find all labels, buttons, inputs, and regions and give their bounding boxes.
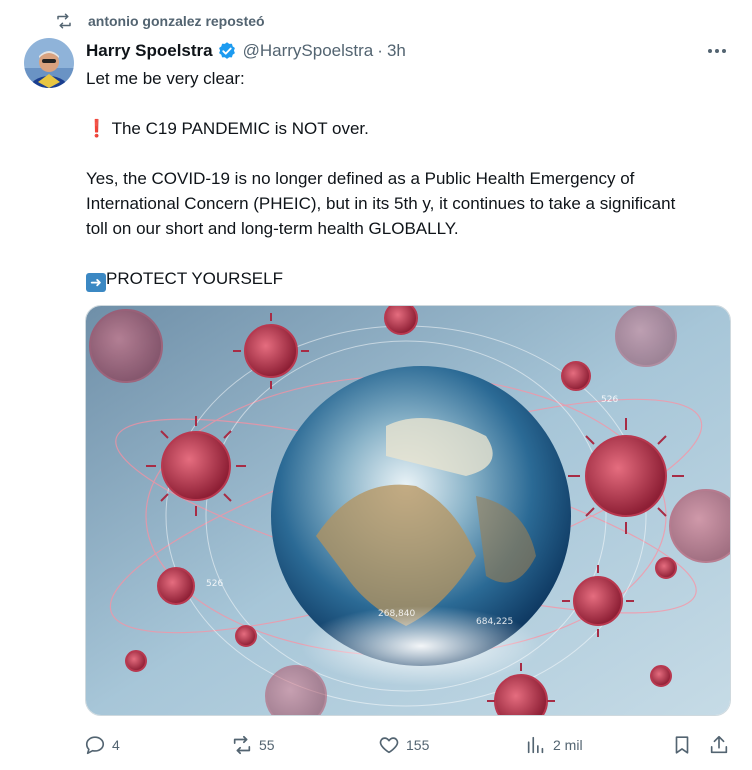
repost-icon [233,735,251,755]
image-label: 526 [206,579,223,589]
tweet-line: Let me be very clear: [86,69,245,88]
globe-virus-illustration: 526 526 268,840 684,225 [86,306,730,715]
like-button[interactable]: 155 [378,730,429,760]
repost-indicator[interactable]: antonio gonzalez reposteó [54,10,265,32]
author-name[interactable]: Harry Spoelstra [86,41,213,61]
right-arrow-emoji-icon: ➜ [86,273,106,292]
share-button[interactable] [708,730,730,760]
like-count: 155 [406,737,430,753]
repost-text: antonio gonzalez reposteó [88,13,265,29]
bookmark-icon [675,736,689,754]
tweet-header: Harry Spoelstra @HarrySpoelstra · 3h [86,38,732,64]
bookmark-button[interactable] [671,730,693,760]
avatar[interactable] [24,38,74,88]
tweet-line: ➜ PROTECT YOURSELF [86,266,736,292]
repost-button[interactable]: 55 [231,730,275,760]
share-icon [710,735,728,754]
tweet-line: Yes, the COVID-19 is no longer defined a… [86,169,635,188]
image-label: 268,840 [378,609,415,619]
views-count: 2 mil [553,737,583,753]
reply-icon [85,736,105,755]
separator-dot: · [377,41,383,60]
repost-icon [57,13,71,29]
views-button[interactable]: 2 mil [525,730,583,760]
views-icon [527,736,544,754]
reply-count: 4 [112,737,120,753]
verified-badge-icon [218,42,235,59]
tweet-line: toll on our short and long-term health G… [86,219,459,238]
author-handle[interactable]: @HarrySpoelstra [243,41,374,61]
tweet-text: Let me be very clear: ❗ The C19 PANDEMIC… [86,66,736,292]
exclamation-emoji-icon: ❗ [86,119,108,138]
repost-count: 55 [259,737,275,753]
reply-button[interactable]: 4 [84,730,120,760]
tweet-line-text: PROTECT YOURSELF [106,269,283,288]
action-bar: 4 55 155 2 mil [84,730,734,760]
heart-icon [379,737,399,754]
tweet-line-text: The C19 PANDEMIC is NOT over. [111,119,369,138]
tweet-line: ❗ The C19 PANDEMIC is NOT over. [86,116,736,141]
image-label: 526 [601,395,618,405]
image-label: 684,225 [476,617,513,627]
timestamp[interactable]: 3h [387,41,406,61]
tweet-image[interactable]: 526 526 268,840 684,225 [85,305,731,716]
tweet-line: International Concern (PHEIC), but in it… [86,194,676,213]
more-icon[interactable] [702,38,732,64]
